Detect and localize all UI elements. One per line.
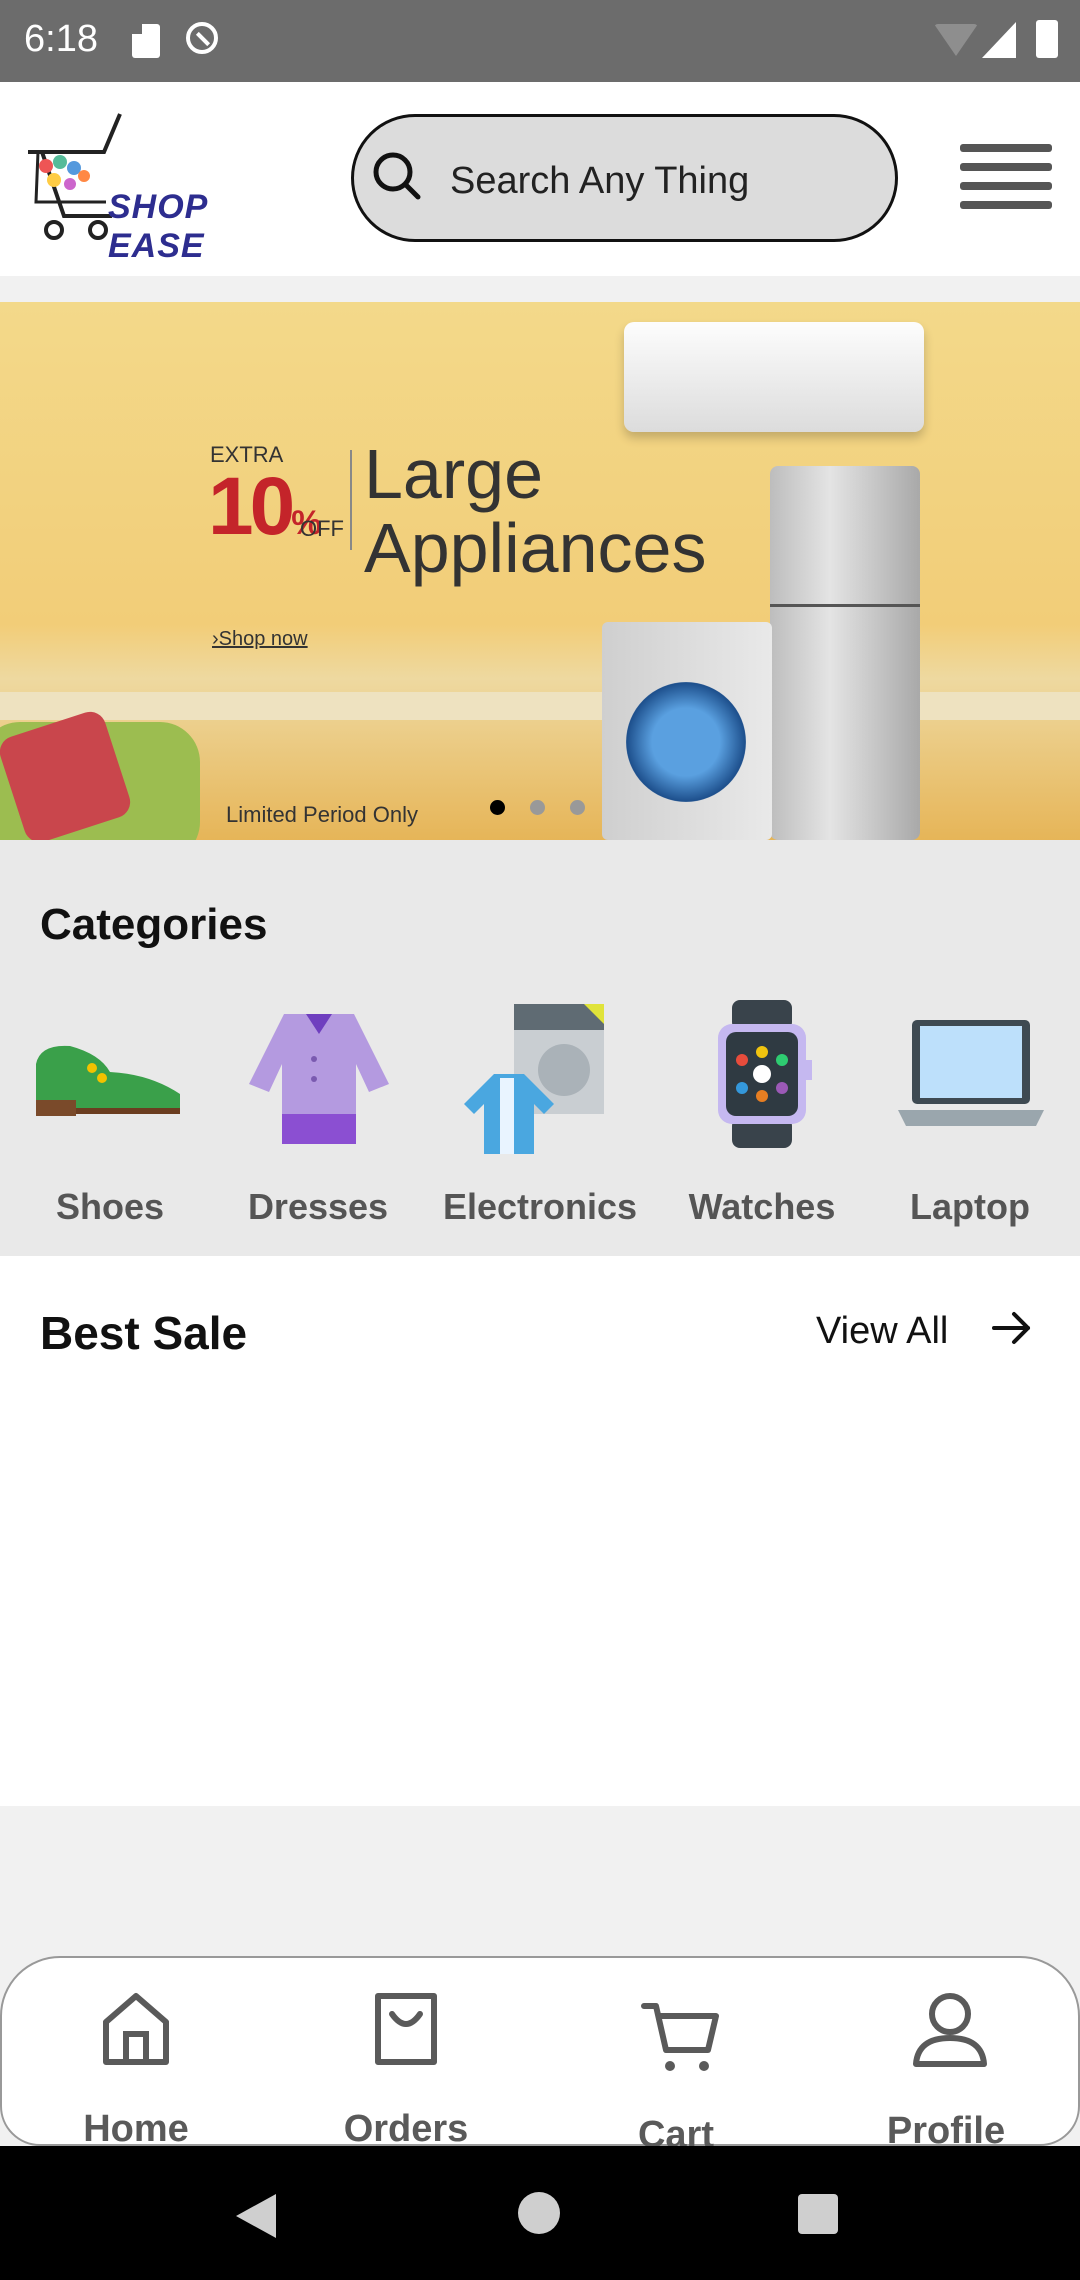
carousel-dot[interactable]	[490, 800, 505, 815]
nav-profile[interactable]: Profile	[846, 1988, 1046, 2152]
carousel-dot[interactable]	[570, 800, 585, 815]
banner-limited-text: Limited Period Only	[226, 802, 418, 827]
category-label: Watches	[688, 1186, 836, 1227]
battery-icon	[1036, 20, 1058, 58]
best-sale-title: Best Sale	[40, 1307, 248, 1359]
cart-icon	[641, 2003, 719, 2071]
category-label: Laptop	[910, 1186, 1030, 1227]
arrow-right-icon[interactable]	[990, 1306, 1034, 1350]
shop-ease-logo[interactable]: SHOP EASE	[24, 112, 314, 265]
electronics-icon	[464, 1004, 604, 1154]
dress-icon	[249, 1014, 389, 1144]
system-navigation-bar	[0, 2146, 1080, 2280]
recents-button-icon[interactable]	[798, 2194, 838, 2234]
nav-label: Home	[83, 2108, 189, 2150]
category-electronics[interactable]: Electronics	[440, 1004, 640, 1244]
status-bar: 6:18	[0, 0, 1080, 82]
status-time: 6:18	[24, 18, 98, 60]
banner-headline-line1: Large	[364, 435, 544, 513]
bottom-navigation: Home Orders Cart Profile	[0, 1956, 1080, 2156]
logo-text: SHOP EASE	[108, 188, 208, 265]
refrigerator-illustration	[770, 466, 920, 840]
wifi-icon	[934, 24, 978, 56]
home-icon	[103, 1993, 169, 2065]
do-not-disturb-icon	[186, 22, 218, 54]
categories-title: Categories	[40, 900, 268, 949]
nav-home[interactable]: Home	[36, 1988, 236, 2150]
category-dresses[interactable]: Dresses	[218, 1004, 418, 1244]
watch-icon	[718, 1000, 812, 1148]
person-icon	[913, 1993, 987, 2067]
search-input[interactable]	[448, 155, 872, 207]
category-watches[interactable]: Watches	[662, 1000, 862, 1244]
search-icon[interactable]	[368, 147, 428, 207]
laptop-icon	[898, 1020, 1044, 1126]
banner-off-label: OFF	[300, 516, 344, 541]
shopping-bag-icon	[375, 1993, 437, 2065]
air-conditioner-illustration	[624, 322, 924, 432]
banner-headline-line2: Appliances	[364, 509, 707, 587]
nav-cart[interactable]: Cart	[576, 1988, 776, 2156]
category-shoes[interactable]: Shoes	[10, 1004, 210, 1244]
carousel-dot[interactable]	[530, 800, 545, 815]
nav-orders[interactable]: Orders	[306, 1988, 506, 2150]
category-label: Shoes	[55, 1186, 165, 1227]
best-sale-section: Best Sale View All	[0, 1256, 1080, 1806]
view-all-link[interactable]: View All	[816, 1310, 948, 1353]
nav-label: Orders	[343, 2108, 469, 2150]
category-laptop[interactable]: Laptop	[870, 1004, 1070, 1244]
home-button-icon[interactable]	[518, 2192, 560, 2234]
washing-machine-illustration	[602, 622, 772, 840]
hamburger-menu-icon[interactable]	[960, 144, 1052, 209]
category-label: Electronics	[442, 1186, 638, 1227]
sd-card-icon	[132, 24, 160, 58]
search-bar[interactable]	[351, 114, 898, 242]
back-button-icon[interactable]	[236, 2194, 276, 2238]
shoe-icon	[36, 1045, 180, 1116]
category-label: Dresses	[247, 1186, 389, 1227]
shop-now-link[interactable]: ›Shop now	[212, 628, 308, 651]
app-header: SHOP EASE	[0, 82, 1080, 276]
signal-icon	[982, 22, 1016, 58]
promo-banner[interactable]: EXTRA 10% OFF Large Appliances ›Shop now…	[0, 302, 1080, 840]
categories-section: Categories Shoes Dresses Electronics Wat…	[0, 840, 1080, 1256]
